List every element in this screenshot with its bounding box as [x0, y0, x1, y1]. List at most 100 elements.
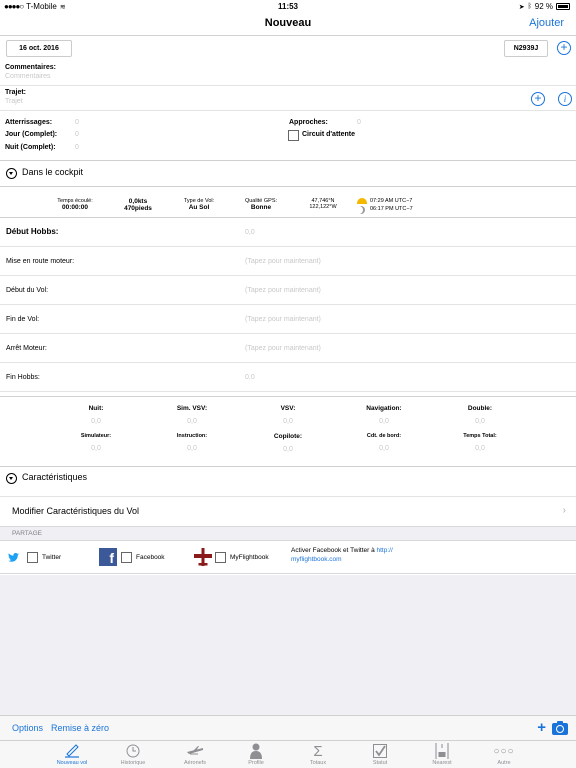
facebook-checkbox[interactable]	[121, 552, 132, 563]
myflightbook-link[interactable]: myflightbook.com	[291, 556, 342, 563]
total-pic[interactable]: Cdt. de bord: 0,0	[336, 433, 432, 452]
total-value[interactable]: 0,0	[336, 418, 432, 425]
total-night[interactable]: Nuit: 0,0	[48, 405, 144, 425]
aircraft-button[interactable]: N2939J	[504, 40, 548, 57]
altitude-value: 470pieds	[124, 205, 152, 212]
route-field[interactable]: Trajet: Trajet + i	[0, 87, 576, 111]
reset-button[interactable]: Remise à zéro	[51, 723, 109, 733]
engine-stop-value[interactable]: (Tapez pour maintenant)	[245, 345, 321, 352]
battery-icon	[556, 3, 570, 10]
tab-label: Autre	[497, 760, 511, 766]
total-time[interactable]: Temps Total: 0,0	[432, 433, 528, 452]
total-copilot[interactable]: Copilote: 0,0	[240, 433, 336, 453]
tab-nearest[interactable]: Nearest	[412, 743, 472, 766]
tab-other[interactable]: ○○○ Autre	[474, 743, 534, 767]
engine-stop-row[interactable]: Arrêt Moteur: (Tapez pour maintenant)	[0, 334, 576, 363]
elapsed-time: Temps écoulé: 00:00:00	[50, 198, 100, 211]
characteristics-section-header[interactable]: Caractéristiques	[0, 467, 576, 491]
modify-properties-label: Modifier Caractéristiques du Vol	[12, 506, 140, 516]
total-label: Instruction:	[176, 433, 208, 439]
date-button[interactable]: 16 oct. 2016	[6, 40, 72, 57]
tab-totals[interactable]: Σ Totaux	[288, 743, 348, 767]
total-value[interactable]: 0,0	[144, 445, 240, 452]
total-label: Sim. VSV:	[176, 405, 208, 412]
cockpit-section-header[interactable]: Dans le cockpit	[0, 162, 576, 186]
hobbs-start-value[interactable]: 0,0	[245, 229, 255, 236]
total-sim-ifr[interactable]: Sim. VSV: 0,0	[144, 405, 240, 425]
gps-quality: Qualité GPS: Bonne	[237, 198, 285, 211]
speed-altitude: 0,0kts 470pieds	[115, 198, 161, 212]
total-navigation[interactable]: Navigation: 0,0	[336, 405, 432, 425]
holding-checkbox[interactable]	[288, 130, 299, 141]
hobbs-start-row[interactable]: Début Hobbs: 0,0	[0, 218, 576, 247]
flight-start-row[interactable]: Début du Vol: (Tapez pour maintenant)	[0, 276, 576, 305]
tab-label: Historique	[120, 760, 146, 766]
camera-icon[interactable]	[552, 721, 568, 735]
add-button[interactable]: Ajouter	[529, 17, 564, 29]
total-value[interactable]: 0,0	[48, 418, 144, 425]
approaches-value[interactable]: 0	[357, 119, 361, 126]
total-instruction[interactable]: Instruction: 0,0	[144, 433, 240, 452]
total-value[interactable]: 0,0	[432, 445, 528, 452]
night-landings-label: Nuit (Complet):	[5, 144, 56, 151]
tab-history[interactable]: Historique	[103, 743, 163, 766]
total-value[interactable]: 0,0	[240, 418, 336, 425]
add-aircraft-icon[interactable]: +	[557, 41, 571, 55]
hobbs-end-row[interactable]: Fin Hobbs: 0,0	[0, 363, 576, 392]
moon-icon	[357, 206, 365, 214]
landings-value[interactable]: 0	[75, 119, 79, 126]
myflightbook-link[interactable]: http://	[377, 547, 393, 554]
comments-input[interactable]: Commentaires	[5, 73, 51, 80]
more-icon: ○○○	[493, 745, 515, 757]
flight-end-label: Fin de Vol:	[6, 316, 40, 323]
total-simulator[interactable]: Simulateur: 0,0	[48, 433, 144, 452]
tab-status[interactable]: Statut	[350, 743, 410, 766]
speed-value: 0,0kts	[128, 198, 148, 205]
tab-new-flight[interactable]: Nouveau vol	[42, 743, 102, 766]
add-icon[interactable]: +	[537, 719, 546, 736]
myflightbook-label: MyFlightbook	[230, 554, 269, 561]
collapse-triangle-icon[interactable]	[6, 168, 17, 179]
total-dual[interactable]: Double: 0,0	[432, 405, 528, 425]
twitter-checkbox[interactable]	[27, 552, 38, 563]
route-input[interactable]: Trajet	[5, 98, 23, 105]
myflightbook-checkbox[interactable]	[215, 552, 226, 563]
activate-sharing-label: Activer Facebook et Twitter à	[291, 547, 377, 554]
modify-properties-row[interactable]: Modifier Caractéristiques du Vol ›	[0, 496, 576, 525]
elapsed-time-value: 00:00:00	[61, 204, 89, 211]
total-value[interactable]: 0,0	[432, 418, 528, 425]
navigation-bar: Nouveau Ajouter	[0, 14, 576, 36]
sunset-value: 06:17 PM UTC−7	[370, 206, 413, 212]
flight-start-label: Début du Vol:	[6, 287, 49, 294]
total-value[interactable]: 0,0	[336, 445, 432, 452]
hobbs-end-value[interactable]: 0,0	[245, 374, 255, 381]
flight-end-row[interactable]: Fin de Vol: (Tapez pour maintenant)	[0, 305, 576, 334]
night-landings-value[interactable]: 0	[75, 144, 79, 151]
cockpit-section-title: Dans le cockpit	[22, 167, 84, 177]
flight-start-value[interactable]: (Tapez pour maintenant)	[245, 287, 321, 294]
total-value[interactable]: 0,0	[48, 445, 144, 452]
engine-stop-label: Arrêt Moteur:	[6, 345, 47, 352]
hobbs-start-label: Début Hobbs:	[6, 227, 59, 236]
add-route-icon[interactable]: +	[531, 92, 545, 106]
info-icon[interactable]: i	[558, 92, 572, 106]
engine-start-value[interactable]: (Tapez pour maintenant)	[245, 258, 321, 265]
collapse-triangle-icon[interactable]	[6, 473, 17, 484]
tab-label: Totaux	[309, 760, 327, 766]
engine-start-row[interactable]: Mise en route moteur: (Tapez pour mainte…	[0, 247, 576, 276]
day-landings-value[interactable]: 0	[75, 131, 79, 138]
total-label: Simulateur:	[80, 433, 112, 439]
landings-label: Atterrissages:	[5, 119, 53, 126]
tab-profile[interactable]: Profile	[226, 743, 286, 766]
total-ifr[interactable]: VSV: 0,0	[240, 405, 336, 425]
flight-end-value[interactable]: (Tapez pour maintenant)	[245, 316, 321, 323]
page-title: Nouveau	[264, 17, 312, 29]
options-button[interactable]: Options	[12, 723, 43, 733]
comments-label: Commentaires:	[5, 64, 56, 71]
divider	[0, 396, 576, 397]
total-value[interactable]: 0,0	[144, 418, 240, 425]
comments-field[interactable]: Commentaires: Commentaires	[0, 62, 576, 86]
tab-aircraft[interactable]: Aéronefs	[165, 743, 225, 766]
total-value[interactable]: 0,0	[240, 446, 336, 453]
clock-icon	[103, 743, 163, 759]
